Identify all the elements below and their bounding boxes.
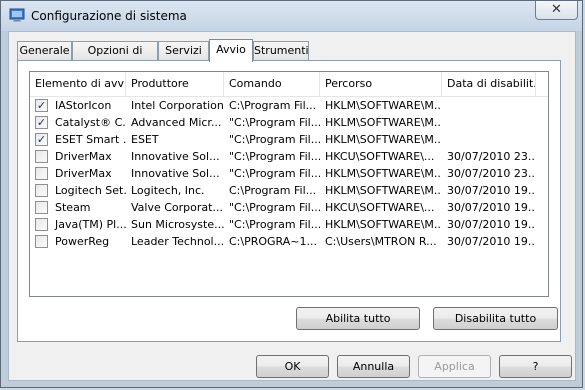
- cell-path: HKLM\SOFTWARE\M...: [325, 167, 442, 180]
- cell-date: 30/07/2010 19...: [447, 201, 536, 214]
- cell-command: C:\Program Fil...: [229, 99, 317, 112]
- column-header-date[interactable]: Data di disabilit...: [442, 72, 536, 96]
- row-checkbox[interactable]: [35, 218, 48, 231]
- table-row[interactable]: ✓ IAStorIcon Intel Corporation C:\Program F…: [30, 97, 548, 114]
- table-row[interactable]: PowerReg Leader Technol... C:\PROGRA~1... C…: [30, 233, 548, 250]
- row-checkbox[interactable]: [35, 201, 48, 214]
- table-row[interactable]: Logitech Set... Logitech, Inc. C:\Program …: [30, 182, 548, 199]
- cell-path: C:\Users\MTRON R...: [325, 235, 437, 248]
- cell-maker: Valve Corporat...: [131, 201, 223, 214]
- cell-item: Logitech Set...: [55, 184, 126, 197]
- cell-maker: Innovative Sol...: [131, 167, 220, 180]
- column-header-path[interactable]: Percorso: [320, 72, 442, 96]
- tab-avvio[interactable]: Avvio: [209, 39, 253, 62]
- cell-command: C:\Program Fil...: [229, 184, 317, 197]
- table-row[interactable]: DriverMax Innovative Sol... "C:\Program Fi…: [30, 148, 548, 165]
- cell-maker: Innovative Sol...: [131, 150, 220, 163]
- startup-items-list[interactable]: Elemento di avvio Produttore Comando Per…: [29, 71, 549, 297]
- cell-item: IAStorIcon: [55, 99, 112, 112]
- cell-maker: ESET: [131, 133, 159, 146]
- cell-date: [444, 131, 536, 148]
- cell-command: "C:\Program Fil...: [229, 201, 320, 214]
- cell-path: HKLM\SOFTWARE\M...: [325, 133, 442, 146]
- cancel-button[interactable]: Annulla: [337, 355, 410, 378]
- cell-path: HKLM\SOFTWARE\M...: [325, 99, 442, 112]
- cell-item: DriverMax: [55, 150, 112, 163]
- row-checkbox[interactable]: [35, 167, 48, 180]
- cell-maker: Sun Microsyste...: [131, 218, 224, 231]
- tab-servizi[interactable]: Servizi: [158, 41, 209, 61]
- cell-command: "C:\Program Fil...: [229, 167, 320, 180]
- cell-item: ESET Smart ...: [55, 133, 126, 146]
- table-row[interactable]: ✓ Catalyst® C... Advanced Micr... "C:\Progr…: [30, 114, 548, 131]
- close-icon: ✕: [551, 2, 562, 17]
- apply-button[interactable]: Applica: [418, 355, 491, 378]
- cell-command: "C:\Program Fil...: [229, 150, 320, 163]
- row-checkbox[interactable]: [35, 150, 48, 163]
- cell-command: "C:\Program Fil...: [229, 133, 320, 146]
- row-checkbox[interactable]: [35, 235, 48, 248]
- cell-date: 30/07/2010 19...: [447, 184, 536, 197]
- tab-opzioni-di-avvio[interactable]: Opzioni di avvio: [72, 41, 158, 75]
- table-row[interactable]: Steam Valve Corporat... "C:\Program Fil...…: [30, 199, 548, 216]
- cell-maker: Leader Technol...: [131, 235, 224, 248]
- table-row[interactable]: DriverMax Innovative Sol... "C:\Program Fi…: [30, 165, 548, 182]
- cell-date: 30/07/2010 23...: [447, 167, 536, 180]
- row-checkbox[interactable]: ✓: [35, 133, 48, 146]
- cell-item: PowerReg: [55, 235, 110, 248]
- cell-date: [444, 114, 536, 131]
- column-header-item[interactable]: Elemento di avvio: [30, 72, 126, 96]
- cell-path: HKCU\SOFTWARE\...: [325, 201, 435, 214]
- tab-generale[interactable]: Generale: [17, 41, 72, 61]
- cell-date: [444, 97, 536, 114]
- column-header-maker[interactable]: Produttore: [126, 72, 224, 96]
- cell-path: HKLM\SOFTWARE\M...: [325, 218, 442, 231]
- row-checkbox[interactable]: ✓: [35, 99, 48, 112]
- cell-date: 30/07/2010 23...: [447, 150, 536, 163]
- cell-path: HKCU\SOFTWARE\...: [325, 150, 435, 163]
- cell-item: Catalyst® C...: [55, 116, 126, 129]
- cell-maker: Logitech, Inc.: [131, 184, 205, 197]
- table-row[interactable]: Java(TM) Pl... Sun Microsyste... "C:\Progr…: [30, 216, 548, 233]
- startup-tab-panel: Elemento di avvio Produttore Comando Per…: [17, 60, 561, 342]
- tab-strumenti[interactable]: Strumenti: [253, 41, 309, 61]
- window-title: Configurazione di sistema: [31, 9, 187, 23]
- cell-date: 30/07/2010 19...: [447, 218, 536, 231]
- column-header-command[interactable]: Comando: [224, 72, 320, 96]
- cell-command: C:\PROGRA~1...: [229, 235, 317, 248]
- cell-command: "C:\Program Fil...: [229, 116, 320, 129]
- cell-maker: Intel Corporation: [131, 99, 224, 112]
- cell-maker: Advanced Micr...: [131, 116, 222, 129]
- system-config-icon: [9, 8, 25, 22]
- cell-item: Java(TM) Pl...: [55, 218, 126, 231]
- ok-button[interactable]: OK: [256, 355, 329, 378]
- enable-all-button[interactable]: Abilita tutto: [296, 307, 420, 330]
- cell-path: HKLM\SOFTWARE\M...: [325, 184, 442, 197]
- disable-all-button[interactable]: Disabilita tutto: [433, 307, 558, 330]
- row-checkbox[interactable]: ✓: [35, 116, 48, 129]
- cell-item: Steam: [55, 201, 91, 214]
- client-area: Generale Opzioni di avvio Servizi Avvio …: [8, 31, 576, 381]
- cell-path: HKLM\SOFTWARE\M...: [325, 116, 442, 129]
- close-button[interactable]: ✕: [535, 1, 578, 20]
- row-checkbox[interactable]: [35, 184, 48, 197]
- list-header: Elemento di avvio Produttore Comando Per…: [30, 72, 548, 97]
- table-row[interactable]: ✓ ESET Smart ... ESET "C:\Program Fil... HKL…: [30, 131, 548, 148]
- dialog-window: Configurazione di sistema ✕ Generale Opz…: [0, 0, 583, 388]
- cell-date: 30/07/2010 19...: [447, 235, 536, 248]
- cell-item: DriverMax: [55, 167, 112, 180]
- help-button[interactable]: ?: [499, 355, 572, 378]
- title-bar[interactable]: Configurazione di sistema ✕: [1, 1, 582, 31]
- cell-command: "C:\Program Fil...: [229, 218, 320, 231]
